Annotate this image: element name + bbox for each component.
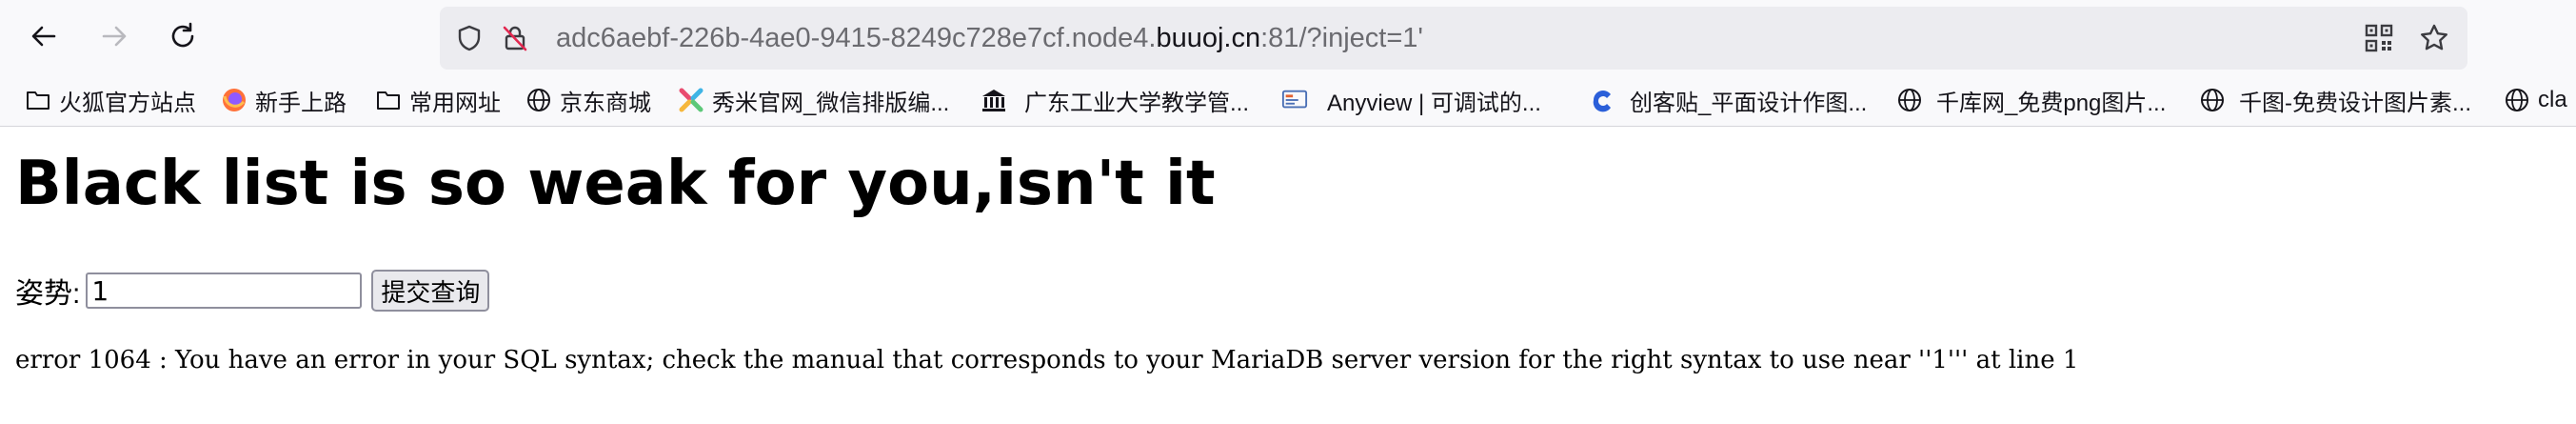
bookmark-item[interactable]: 千图-免费设计图片素...	[2199, 84, 2471, 116]
bookmark-item[interactable]: 创客贴_平面设计作图...	[1590, 84, 1867, 116]
bookmark-item[interactable]: 常用网址	[375, 84, 501, 116]
arrow-left-icon	[31, 26, 56, 47]
bookmark-item[interactable]: 京东商城	[525, 84, 651, 116]
url-text[interactable]: adc6aebf-226b-4ae0-9415-8249c728e7cf.nod…	[556, 22, 1423, 54]
url-host: buuoj.cn	[1156, 23, 1261, 53]
bookmark-item[interactable]: Anyview | 可调试的...	[1281, 84, 1541, 116]
globe-icon	[2199, 87, 2226, 113]
bookmark-label: 创客贴_平面设计作图...	[1630, 90, 1868, 116]
bookmark-label: 广东工业大学教学管...	[1024, 90, 1250, 116]
bookmark-item[interactable]: 新手上路	[221, 84, 347, 116]
bookmarks-toolbar: 火狐官方站点 新手上路 常用网址 京东商城 秀米官网_微信排版编... 广东工业…	[0, 74, 2576, 127]
xiumi-icon	[678, 87, 704, 113]
shield-icon[interactable]	[455, 24, 484, 52]
anyview-icon	[1281, 87, 1308, 113]
chuangke-icon	[1590, 87, 1616, 113]
inject-form: 姿势: 提交查询	[15, 268, 490, 313]
bookmark-item[interactable]: 广东工业大学教学管...	[981, 84, 1249, 116]
folder-icon	[375, 87, 402, 113]
inject-input[interactable]	[86, 273, 363, 309]
bookmark-item[interactable]: cla	[2504, 84, 2567, 116]
url-bar[interactable]: adc6aebf-226b-4ae0-9415-8249c728e7cf.nod…	[440, 7, 2467, 70]
bookmark-item[interactable]: 千库网_免费png图片...	[1896, 84, 2166, 116]
bookmark-label: 京东商城	[560, 90, 651, 116]
sql-error-message: error 1064 : You have an error in your S…	[15, 346, 2079, 374]
bookmark-label: 千库网_免费png图片...	[1936, 90, 2167, 116]
globe-icon	[1896, 87, 1923, 113]
bookmark-label: 常用网址	[409, 90, 501, 116]
insecure-lock-icon[interactable]	[501, 24, 529, 52]
bookmark-label: 火狐官方站点	[59, 90, 196, 116]
bookmark-label: 秀米官网_微信排版编...	[712, 90, 950, 116]
bookmark-label: 千图-免费设计图片素...	[2239, 90, 2471, 116]
reload-icon	[171, 22, 194, 48]
forward-button[interactable]	[91, 13, 137, 59]
page-title: Black list is so weak for you,isn't it	[15, 149, 1216, 219]
url-suffix: :81/?inject=1'	[1260, 23, 1423, 53]
arrow-right-icon	[102, 26, 127, 47]
globe-icon	[525, 87, 552, 113]
folder-icon	[25, 87, 51, 113]
page-content: Black list is so weak for you,isn't it 姿…	[0, 127, 2576, 424]
bookmark-item[interactable]: 秀米官网_微信排版编...	[678, 84, 949, 116]
back-button[interactable]	[21, 13, 67, 59]
bookmark-label: Anyview | 可调试的...	[1327, 90, 1541, 116]
submit-button[interactable]: 提交查询	[371, 270, 490, 312]
star-icon[interactable]	[2418, 22, 2450, 54]
bookmark-label: 新手上路	[255, 90, 347, 116]
globe-icon	[2504, 87, 2530, 113]
qr-code-icon[interactable]	[2363, 22, 2395, 54]
browser-toolbar: adc6aebf-226b-4ae0-9415-8249c728e7cf.nod…	[0, 0, 2576, 74]
url-prefix: adc6aebf-226b-4ae0-9415-8249c728e7cf.nod…	[556, 23, 1157, 53]
reload-button[interactable]	[160, 13, 206, 59]
bookmark-label: cla	[2538, 87, 2567, 112]
university-icon	[981, 87, 1007, 113]
bookmark-item[interactable]: 火狐官方站点	[25, 84, 196, 116]
firefox-icon	[221, 87, 248, 113]
inject-label: 姿势:	[15, 278, 81, 310]
